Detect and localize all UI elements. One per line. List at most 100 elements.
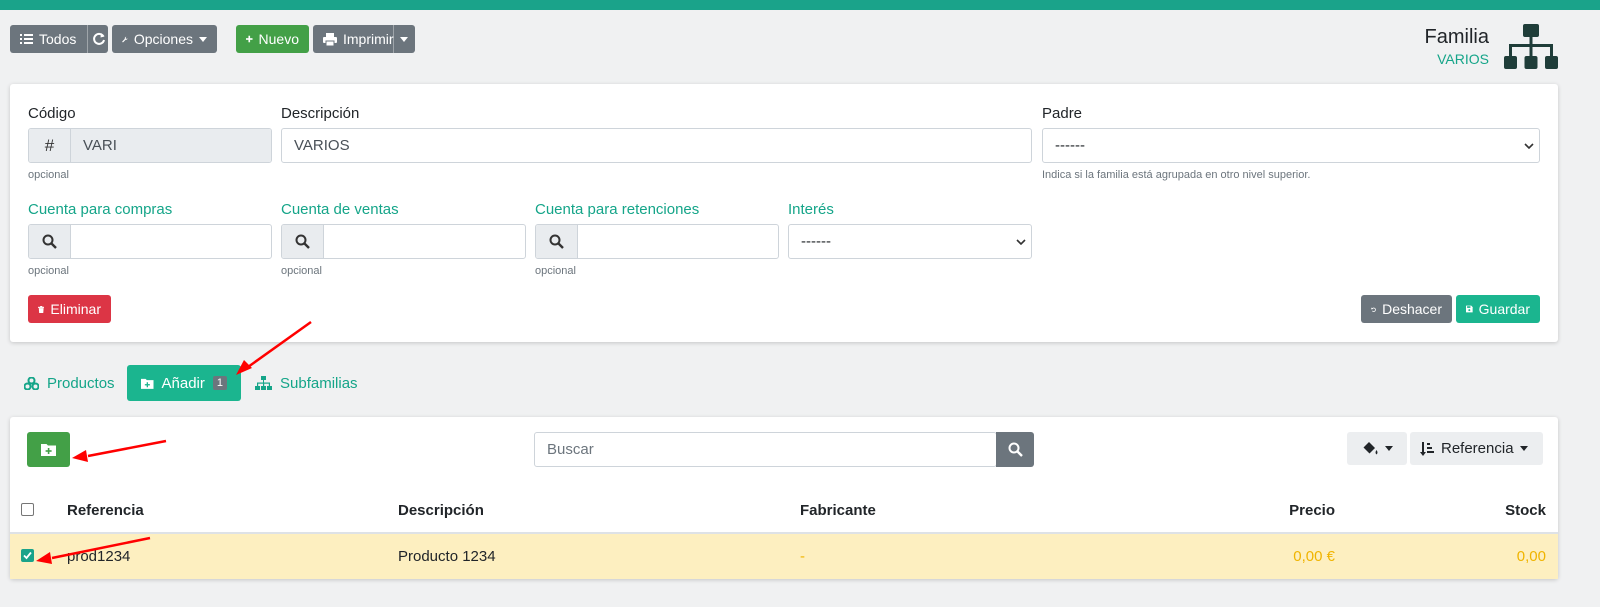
- cuenta-retenciones-input[interactable]: [535, 224, 779, 259]
- padre-help: Indica si la familia está agrupada en ot…: [1042, 169, 1311, 181]
- cell-referencia[interactable]: prod1234: [67, 548, 130, 565]
- imprimir-label: Imprimir: [343, 31, 394, 47]
- search-input[interactable]: Buscar: [534, 432, 997, 467]
- products-list-card: Buscar Referencia Referencia Descripción…: [10, 417, 1558, 579]
- print-icon: [323, 32, 337, 46]
- trash-icon: [38, 305, 45, 313]
- cuenta-compras-value: [71, 225, 271, 258]
- todos-label: Todos: [39, 31, 77, 47]
- codigo-help: opcional: [28, 169, 69, 181]
- deshacer-button[interactable]: Deshacer: [1361, 295, 1452, 323]
- hash-icon: #: [29, 129, 71, 162]
- list-icon: [20, 34, 33, 44]
- codigo-label: Código: [28, 105, 76, 122]
- row-checkbox[interactable]: [21, 549, 34, 562]
- cuenta-compras-input[interactable]: [28, 224, 272, 259]
- tab-productos-label: Productos: [47, 374, 115, 392]
- checkmark-icon: [23, 551, 32, 560]
- cell-descripcion: Producto 1234: [398, 548, 496, 565]
- guardar-button[interactable]: Guardar: [1456, 295, 1540, 323]
- cuenta-ventas-value: [324, 225, 525, 258]
- cuenta-compras-label: Cuenta para compras: [28, 201, 173, 218]
- page-subtitle: VARIOS: [1437, 51, 1489, 67]
- search-icon: [1008, 442, 1023, 457]
- sort-amount-icon: [1420, 441, 1434, 456]
- nuevo-label: Nuevo: [258, 31, 299, 47]
- cuenta-ventas-label: Cuenta de ventas: [281, 201, 399, 218]
- chevron-down-icon: [1519, 129, 1539, 162]
- refresh-icon[interactable]: [92, 32, 106, 46]
- sitemap-icon: [255, 376, 272, 390]
- tab-subfamilias-label: Subfamilias: [280, 374, 358, 392]
- wrench-icon: [122, 36, 128, 42]
- opciones-dropdown-button[interactable]: Opciones: [112, 25, 217, 53]
- folder-plus-icon: [141, 378, 154, 389]
- cubes-icon: [24, 376, 39, 390]
- button-divider: [393, 25, 394, 53]
- interes-label: Interés: [788, 201, 834, 218]
- padre-value: ------: [1055, 137, 1085, 154]
- cuenta-ventas-help: opcional: [281, 265, 322, 277]
- tab-anadir-badge: 1: [212, 376, 227, 390]
- cuenta-retenciones-value: [578, 225, 778, 258]
- guardar-label: Guardar: [1478, 301, 1530, 317]
- cell-fabricante: -: [800, 548, 805, 565]
- page-header: Familia VARIOS: [1425, 26, 1489, 67]
- chevron-down-icon: [199, 36, 207, 42]
- eliminar-label: Eliminar: [50, 301, 101, 317]
- column-header-descripcion[interactable]: Descripción: [398, 502, 484, 519]
- page-title: Familia: [1424, 26, 1489, 48]
- padre-label: Padre: [1042, 105, 1083, 122]
- tab-subfamilias[interactable]: Subfamilias: [241, 365, 372, 401]
- eliminar-button[interactable]: Eliminar: [28, 295, 111, 323]
- descripcion-input[interactable]: VARIOS: [281, 128, 1032, 163]
- chevron-down-icon: [1519, 446, 1528, 451]
- descripcion-value: VARIOS: [294, 137, 350, 154]
- cell-precio: 0,00 €: [1293, 548, 1335, 565]
- folder-plus-icon: [41, 444, 56, 456]
- save-icon: [1466, 305, 1473, 313]
- opciones-label: Opciones: [133, 31, 193, 47]
- column-header-stock[interactable]: Stock: [1505, 502, 1546, 519]
- column-header-referencia[interactable]: Referencia: [67, 502, 144, 519]
- tab-productos[interactable]: Productos: [10, 365, 129, 401]
- add-products-button[interactable]: [27, 432, 70, 467]
- color-filter-dropdown[interactable]: [1347, 432, 1407, 465]
- search-icon[interactable]: [282, 225, 324, 258]
- interes-value: ------: [801, 233, 831, 250]
- sort-label: Referencia: [1441, 440, 1514, 457]
- column-header-fabricante[interactable]: Fabricante: [800, 502, 876, 519]
- cuenta-ventas-input[interactable]: [281, 224, 526, 259]
- search-icon[interactable]: [29, 225, 71, 258]
- nuevo-button[interactable]: Nuevo: [236, 25, 309, 53]
- search-placeholder: Buscar: [547, 441, 594, 458]
- cell-stock: 0,00: [1516, 548, 1546, 565]
- imprimir-button[interactable]: Imprimir: [313, 25, 415, 53]
- codigo-value: VARI: [71, 129, 271, 162]
- paint-bucket-icon: [1363, 442, 1377, 455]
- top-accent-bar: [0, 0, 1600, 10]
- search-icon[interactable]: [536, 225, 578, 258]
- interes-select[interactable]: ------: [788, 224, 1032, 259]
- undo-icon: [1371, 307, 1376, 312]
- sort-dropdown[interactable]: Referencia: [1410, 432, 1543, 465]
- chevron-down-icon[interactable]: [400, 37, 408, 42]
- cuenta-retenciones-help: opcional: [535, 265, 576, 277]
- tab-anadir[interactable]: Añadir 1: [127, 365, 241, 401]
- deshacer-label: Deshacer: [1382, 301, 1442, 317]
- edit-form-card: Código # VARI opcional Descripción VARIO…: [10, 84, 1558, 342]
- search-button[interactable]: [996, 432, 1034, 467]
- column-header-precio[interactable]: Precio: [1289, 502, 1335, 519]
- select-all-checkbox[interactable]: [21, 503, 34, 516]
- chevron-down-icon: [1384, 446, 1393, 451]
- cuenta-compras-help: opcional: [28, 265, 69, 277]
- button-divider: [87, 25, 88, 53]
- todos-button[interactable]: Todos: [10, 25, 108, 53]
- tab-anadir-label: Añadir: [161, 374, 205, 392]
- descripcion-label: Descripción: [281, 105, 360, 122]
- cuenta-retenciones-label: Cuenta para retenciones: [535, 201, 700, 218]
- padre-select[interactable]: ------: [1042, 128, 1540, 163]
- codigo-field[interactable]: # VARI: [28, 128, 272, 163]
- plus-icon: [246, 35, 253, 43]
- table-row[interactable]: prod1234 Producto 1234 - 0,00 € 0,00: [10, 534, 1558, 579]
